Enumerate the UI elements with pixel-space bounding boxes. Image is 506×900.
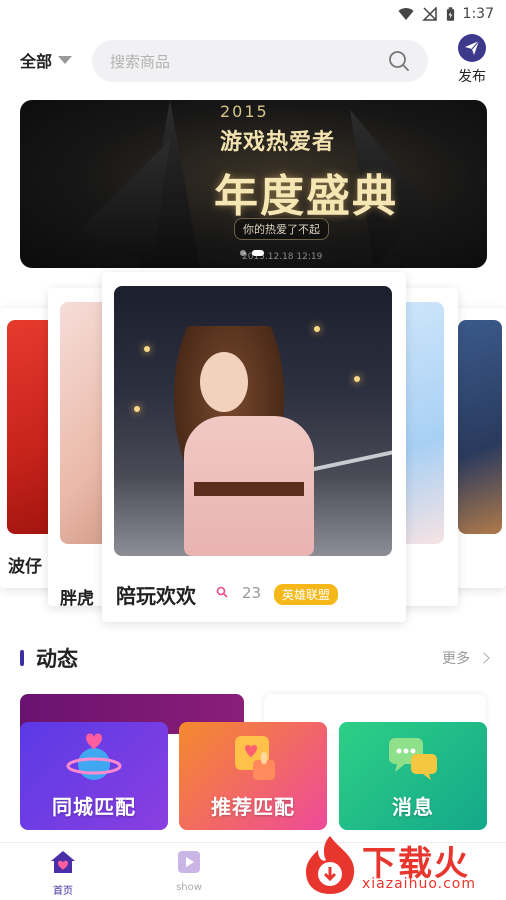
section-title: 动态 bbox=[36, 647, 78, 671]
wifi-icon bbox=[398, 8, 414, 20]
search-small-icon bbox=[216, 586, 228, 598]
player-photo bbox=[114, 286, 392, 556]
messages-button[interactable]: 消息 bbox=[339, 722, 487, 830]
tab-label: 首页 bbox=[53, 886, 73, 897]
chat-bubbles-icon bbox=[389, 738, 437, 780]
quick-action-label: 推荐匹配 bbox=[211, 795, 295, 819]
caret-down-icon bbox=[58, 56, 73, 64]
chevron-right-icon[interactable] bbox=[478, 652, 490, 664]
tab-home[interactable]: 首页 bbox=[33, 849, 93, 897]
status-time: 1:37 bbox=[462, 6, 494, 22]
player-name: 陪玩欢欢 bbox=[116, 584, 196, 608]
thumbs-up-card-icon bbox=[235, 736, 275, 780]
publish-button[interactable]: 发布 bbox=[452, 34, 492, 86]
banner-year: 2015 bbox=[220, 102, 269, 121]
recommend-match-button[interactable]: 推荐匹配 bbox=[179, 722, 327, 830]
player-card-carousel[interactable]: 波仔 胖虎 陪玩欢欢 23 英雄联盟 bbox=[0, 270, 506, 630]
planet-heart-icon bbox=[66, 733, 122, 780]
quick-action-label: 同城匹配 bbox=[52, 795, 136, 819]
quick-actions: 同城匹配 推荐匹配 消息 bbox=[20, 722, 487, 830]
home-icon bbox=[51, 851, 75, 873]
watermark: 下载火 xiazaihuo.com bbox=[300, 832, 506, 900]
category-label: 全部 bbox=[20, 52, 53, 71]
publish-label: 发布 bbox=[458, 69, 486, 85]
section-header: 动态 更多 bbox=[0, 640, 506, 676]
watermark-url: xiazaihuo.com bbox=[362, 876, 476, 892]
no-signal-icon bbox=[421, 7, 437, 21]
player-photo bbox=[458, 320, 502, 534]
pagination-dot[interactable] bbox=[240, 250, 246, 256]
player-name: 胖虎 bbox=[60, 589, 94, 609]
tab-show[interactable]: show bbox=[159, 849, 219, 893]
banner-subtitle: 你的热爱了不起 bbox=[234, 218, 329, 240]
background-light bbox=[314, 326, 320, 332]
banner-title-main: 年度盛典 bbox=[214, 171, 398, 222]
flame-logo-icon bbox=[306, 836, 355, 894]
top-bar: 全部 搜索商品 发布 bbox=[0, 34, 506, 88]
more-link[interactable]: 更多 bbox=[442, 648, 470, 668]
banner-pagination bbox=[240, 250, 264, 256]
banner-carousel[interactable]: 2015 游戏热爱者 年度盛典 你的热爱了不起 2015.12.18 12:19 bbox=[20, 100, 487, 268]
quick-action-label: 消息 bbox=[392, 795, 434, 819]
person-belt bbox=[194, 482, 304, 496]
battery-icon bbox=[446, 6, 454, 21]
player-card-featured[interactable]: 陪玩欢欢 23 英雄联盟 bbox=[102, 272, 406, 622]
background-light bbox=[144, 346, 150, 352]
game-tag: 英雄联盟 bbox=[274, 584, 339, 605]
category-dropdown[interactable]: 全部 bbox=[20, 48, 73, 72]
search-placeholder: 搜索商品 bbox=[110, 52, 171, 71]
background-light bbox=[354, 376, 360, 382]
tab-label: show bbox=[176, 882, 202, 893]
player-count: 23 bbox=[242, 584, 262, 602]
search-icon[interactable] bbox=[388, 50, 410, 72]
person-face bbox=[200, 352, 248, 412]
player-name: 波仔 bbox=[8, 557, 42, 577]
background-light bbox=[134, 406, 140, 412]
search-input[interactable]: 搜索商品 bbox=[92, 40, 428, 82]
banner-title-top: 游戏热爱者 bbox=[220, 130, 336, 155]
pagination-dot-active[interactable] bbox=[252, 250, 264, 256]
nearby-match-button[interactable]: 同城匹配 bbox=[20, 722, 168, 830]
paper-plane-icon bbox=[458, 34, 486, 62]
section-accent-bar bbox=[20, 650, 24, 666]
video-play-icon bbox=[178, 851, 200, 873]
status-bar: 1:37 bbox=[0, 0, 506, 28]
